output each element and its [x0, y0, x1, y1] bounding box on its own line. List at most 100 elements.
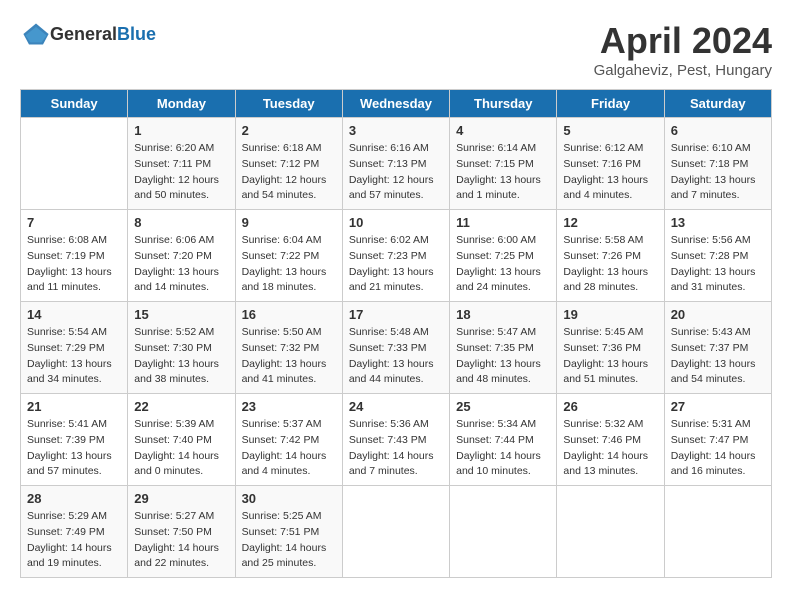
day-info: Sunrise: 5:54 AMSunset: 7:29 PMDaylight:…: [27, 325, 121, 388]
day-info: Sunrise: 5:48 AMSunset: 7:33 PMDaylight:…: [349, 325, 443, 388]
day-info: Sunrise: 5:31 AMSunset: 7:47 PMDaylight:…: [671, 417, 765, 480]
day-info: Sunrise: 6:06 AMSunset: 7:20 PMDaylight:…: [134, 233, 228, 296]
calendar-week-row: 14 Sunrise: 5:54 AMSunset: 7:29 PMDayligh…: [21, 302, 772, 394]
day-info: Sunrise: 5:58 AMSunset: 7:26 PMDaylight:…: [563, 233, 657, 296]
calendar-cell: [342, 486, 449, 578]
day-info: Sunrise: 6:14 AMSunset: 7:15 PMDaylight:…: [456, 141, 550, 204]
day-number: 3: [349, 123, 443, 138]
calendar-cell: 20Sunrise: 5:43 AMSunset: 7:37 PMDayligh…: [664, 302, 771, 394]
calendar-cell: 17 Sunrise: 5:48 AMSunset: 7:33 PMDayligh…: [342, 302, 449, 394]
calendar-cell: 13Sunrise: 5:56 AMSunset: 7:28 PMDayligh…: [664, 210, 771, 302]
day-info: Sunrise: 6:02 AMSunset: 7:23 PMDaylight:…: [349, 233, 443, 296]
day-number: 10: [349, 215, 443, 230]
day-number: 23: [242, 399, 336, 414]
calendar-cell: [450, 486, 557, 578]
day-info: Sunrise: 6:04 AMSunset: 7:22 PMDaylight:…: [242, 233, 336, 296]
calendar-cell: 19 Sunrise: 5:45 AMSunset: 7:36 PMDayligh…: [557, 302, 664, 394]
day-info: Sunrise: 5:52 AMSunset: 7:30 PMDaylight:…: [134, 325, 228, 388]
weekday-header: Wednesday: [342, 90, 449, 118]
page-header: GeneralBlue April 2024 Galgaheviz, Pest,…: [20, 20, 772, 79]
day-number: 12: [563, 215, 657, 230]
calendar-cell: 8Sunrise: 6:06 AMSunset: 7:20 PMDaylight…: [128, 210, 235, 302]
day-info: Sunrise: 5:36 AMSunset: 7:43 PMDaylight:…: [349, 417, 443, 480]
day-number: 17: [349, 307, 443, 322]
day-number: 15: [134, 307, 228, 322]
day-number: 19: [563, 307, 657, 322]
day-number: 1: [134, 123, 228, 138]
day-number: 7: [27, 215, 121, 230]
calendar-cell: 5 Sunrise: 6:12 AMSunset: 7:16 PMDaylight…: [557, 118, 664, 210]
calendar-cell: 23 Sunrise: 5:37 AMSunset: 7:42 PMDayligh…: [235, 394, 342, 486]
day-number: 9: [242, 215, 336, 230]
calendar-cell: 1 Sunrise: 6:20 AMSunset: 7:11 PMDaylight…: [128, 118, 235, 210]
calendar-cell: 26Sunrise: 5:32 AMSunset: 7:46 PMDayligh…: [557, 394, 664, 486]
day-number: 2: [242, 123, 336, 138]
calendar-cell: 4 Sunrise: 6:14 AMSunset: 7:15 PMDaylight…: [450, 118, 557, 210]
day-info: Sunrise: 6:10 AMSunset: 7:18 PMDaylight:…: [671, 141, 765, 204]
calendar-cell: 27 Sunrise: 5:31 AMSunset: 7:47 PMDayligh…: [664, 394, 771, 486]
calendar-cell: 12 Sunrise: 5:58 AMSunset: 7:26 PMDayligh…: [557, 210, 664, 302]
day-number: 16: [242, 307, 336, 322]
calendar-cell: 3 Sunrise: 6:16 AMSunset: 7:13 PMDaylight…: [342, 118, 449, 210]
weekday-header: Friday: [557, 90, 664, 118]
calendar-week-row: 21 Sunrise: 5:41 AMSunset: 7:39 PMDayligh…: [21, 394, 772, 486]
day-number: 27: [671, 399, 765, 414]
day-info: Sunrise: 5:34 AMSunset: 7:44 PMDaylight:…: [456, 417, 550, 480]
day-info: Sunrise: 5:45 AMSunset: 7:36 PMDaylight:…: [563, 325, 657, 388]
logo-text: GeneralBlue: [50, 24, 156, 45]
calendar-cell: 22Sunrise: 5:39 AMSunset: 7:40 PMDayligh…: [128, 394, 235, 486]
calendar-week-row: 28Sunrise: 5:29 AMSunset: 7:49 PMDayligh…: [21, 486, 772, 578]
day-info: Sunrise: 5:37 AMSunset: 7:42 PMDaylight:…: [242, 417, 336, 480]
calendar-cell: 2 Sunrise: 6:18 AMSunset: 7:12 PMDaylight…: [235, 118, 342, 210]
day-number: 26: [563, 399, 657, 414]
calendar-cell: [21, 118, 128, 210]
day-info: Sunrise: 6:08 AMSunset: 7:19 PMDaylight:…: [27, 233, 121, 296]
logo-icon: [22, 20, 50, 48]
day-info: Sunrise: 6:12 AMSunset: 7:16 PMDaylight:…: [563, 141, 657, 204]
calendar-week-row: 1 Sunrise: 6:20 AMSunset: 7:11 PMDaylight…: [21, 118, 772, 210]
title-area: April 2024 Galgaheviz, Pest, Hungary: [594, 20, 772, 79]
day-number: 25: [456, 399, 550, 414]
calendar-cell: 7 Sunrise: 6:08 AMSunset: 7:19 PMDaylight…: [21, 210, 128, 302]
calendar-cell: 28Sunrise: 5:29 AMSunset: 7:49 PMDayligh…: [21, 486, 128, 578]
day-info: Sunrise: 5:27 AMSunset: 7:50 PMDaylight:…: [134, 509, 228, 572]
day-info: Sunrise: 5:29 AMSunset: 7:49 PMDaylight:…: [27, 509, 121, 572]
month-title: April 2024: [594, 20, 772, 62]
day-number: 22: [134, 399, 228, 414]
logo: GeneralBlue: [20, 20, 156, 48]
calendar-cell: 10 Sunrise: 6:02 AMSunset: 7:23 PMDayligh…: [342, 210, 449, 302]
calendar-cell: 6Sunrise: 6:10 AMSunset: 7:18 PMDaylight…: [664, 118, 771, 210]
day-number: 30: [242, 491, 336, 506]
day-info: Sunrise: 6:20 AMSunset: 7:11 PMDaylight:…: [134, 141, 228, 204]
calendar-cell: 18Sunrise: 5:47 AMSunset: 7:35 PMDayligh…: [450, 302, 557, 394]
weekday-header: Thursday: [450, 90, 557, 118]
calendar-cell: 11 Sunrise: 6:00 AMSunset: 7:25 PMDayligh…: [450, 210, 557, 302]
day-info: Sunrise: 5:50 AMSunset: 7:32 PMDaylight:…: [242, 325, 336, 388]
day-number: 4: [456, 123, 550, 138]
day-number: 14: [27, 307, 121, 322]
day-info: Sunrise: 5:47 AMSunset: 7:35 PMDaylight:…: [456, 325, 550, 388]
calendar-cell: 16 Sunrise: 5:50 AMSunset: 7:32 PMDayligh…: [235, 302, 342, 394]
calendar-cell: [664, 486, 771, 578]
weekday-header: Monday: [128, 90, 235, 118]
calendar-cell: 24 Sunrise: 5:36 AMSunset: 7:43 PMDayligh…: [342, 394, 449, 486]
day-info: Sunrise: 6:18 AMSunset: 7:12 PMDaylight:…: [242, 141, 336, 204]
weekday-header: Sunday: [21, 90, 128, 118]
day-info: Sunrise: 5:43 AMSunset: 7:37 PMDaylight:…: [671, 325, 765, 388]
day-number: 21: [27, 399, 121, 414]
day-number: 24: [349, 399, 443, 414]
day-info: Sunrise: 5:41 AMSunset: 7:39 PMDaylight:…: [27, 417, 121, 480]
day-number: 11: [456, 215, 550, 230]
day-info: Sunrise: 6:00 AMSunset: 7:25 PMDaylight:…: [456, 233, 550, 296]
weekday-header: Saturday: [664, 90, 771, 118]
calendar-cell: 30Sunrise: 5:25 AMSunset: 7:51 PMDayligh…: [235, 486, 342, 578]
calendar-cell: 29Sunrise: 5:27 AMSunset: 7:50 PMDayligh…: [128, 486, 235, 578]
calendar-cell: 25 Sunrise: 5:34 AMSunset: 7:44 PMDayligh…: [450, 394, 557, 486]
logo-general: General: [50, 24, 117, 44]
logo-blue: Blue: [117, 24, 156, 44]
calendar-cell: [557, 486, 664, 578]
calendar-cell: 15 Sunrise: 5:52 AMSunset: 7:30 PMDayligh…: [128, 302, 235, 394]
day-number: 5: [563, 123, 657, 138]
location: Galgaheviz, Pest, Hungary: [594, 62, 772, 79]
day-info: Sunrise: 6:16 AMSunset: 7:13 PMDaylight:…: [349, 141, 443, 204]
